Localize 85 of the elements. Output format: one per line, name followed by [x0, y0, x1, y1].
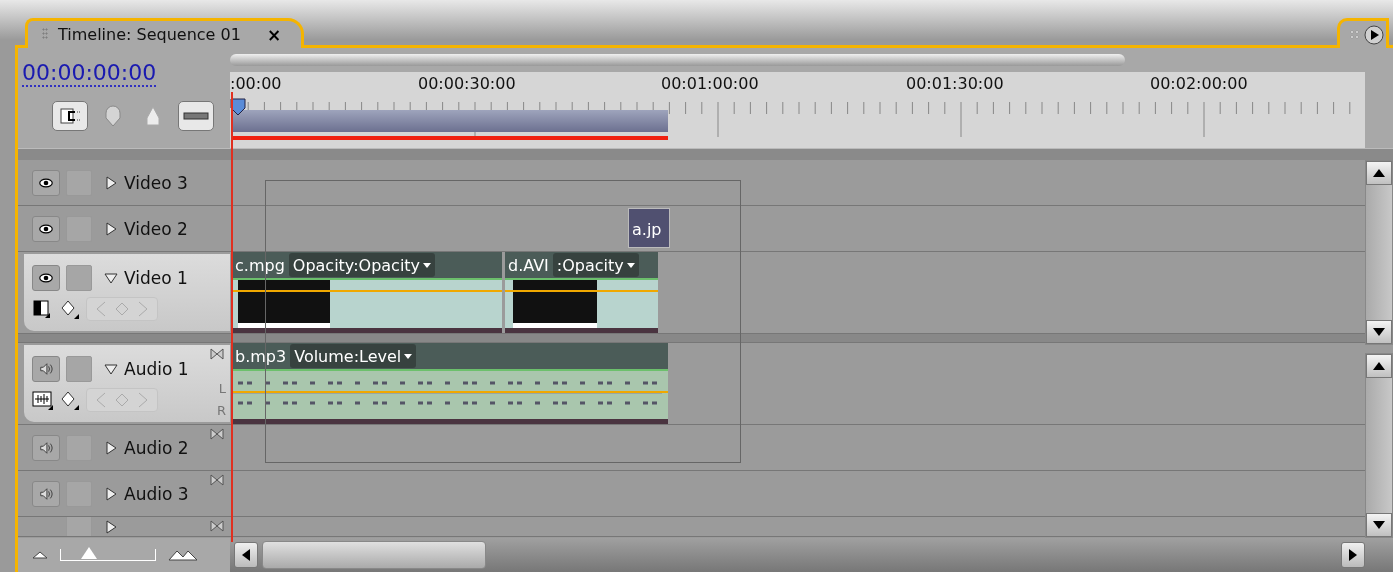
track-audio-toggle[interactable]	[32, 355, 60, 382]
track-name: Audio 3	[124, 483, 189, 504]
expand-triangle-icon[interactable]	[104, 486, 118, 501]
marker-icon	[104, 105, 122, 127]
track-visibility-toggle[interactable]	[32, 264, 60, 291]
up-arrow-icon	[1373, 362, 1385, 370]
track-audio-toggle[interactable]	[32, 434, 60, 461]
keyframe-diamond-icon	[60, 298, 80, 319]
keyframe-diamond-icon	[60, 389, 80, 410]
zoom-out-icon	[32, 551, 48, 559]
clip-name: b.mp3	[235, 346, 287, 366]
drop-icon	[146, 106, 160, 126]
waveform-icon	[32, 389, 54, 410]
toggle-button[interactable]	[178, 101, 214, 131]
channel-label: L	[218, 381, 226, 396]
left-arrow-icon	[242, 549, 250, 561]
track-visibility-toggle[interactable]	[32, 215, 60, 242]
expand-triangle-icon[interactable]	[104, 361, 118, 376]
sync-lock-icon	[210, 428, 224, 440]
grip-icon	[42, 27, 48, 42]
time-ruler[interactable]: :00:00 00:00:30:00 00:01:00:00 00:01:30:00 00:02:00:00	[230, 72, 1365, 148]
ruler-label: 00:01:00:00	[661, 74, 759, 93]
sync-lock-icon	[210, 520, 224, 532]
track-lock-toggle[interactable]	[66, 264, 92, 291]
ruler-label: 00:00:30:00	[418, 74, 516, 93]
play-circle-icon	[1364, 24, 1384, 45]
expand-triangle-icon[interactable]	[104, 519, 118, 534]
effect-dropdown[interactable]: Opacity:Opacity	[288, 253, 436, 277]
scroll-right-button[interactable]	[1341, 542, 1365, 568]
zoom-in-icon	[168, 549, 198, 561]
track-visibility-toggle[interactable]	[32, 169, 60, 196]
scroll-down-button[interactable]	[1366, 513, 1392, 537]
scroll-thumb[interactable]	[262, 541, 486, 569]
clip-name: a.jp	[631, 220, 663, 241]
expand-triangle-icon[interactable]	[104, 175, 118, 190]
bar-icon	[183, 111, 209, 121]
down-arrow-icon	[1373, 521, 1385, 529]
horizontal-scroll-bar[interactable]	[230, 538, 1393, 572]
diamond-icon	[115, 391, 129, 408]
track-name: Video 1	[124, 267, 188, 288]
snap-button[interactable]	[52, 101, 88, 131]
down-arrow-icon	[1373, 328, 1385, 336]
expand-triangle-icon[interactable]	[104, 221, 118, 236]
right-arrow-icon	[1349, 549, 1357, 561]
track-name: Video 2	[124, 218, 188, 239]
zoom-scroll-bar[interactable]	[230, 54, 1125, 66]
vertical-scroll-bar[interactable]	[1365, 160, 1393, 345]
timecode-display[interactable]: 00:00:00:00	[22, 60, 157, 87]
expand-triangle-icon[interactable]	[104, 270, 118, 285]
slider-thumb[interactable]	[81, 547, 98, 559]
track-lock-toggle[interactable]	[66, 355, 92, 382]
close-tab-button[interactable]: ×	[250, 24, 282, 45]
sync-lock-icon	[210, 348, 224, 360]
clip-name: c.mpg	[235, 255, 285, 275]
ruler-label: :00:00	[230, 74, 282, 93]
snap-icon	[59, 107, 81, 125]
effect-dropdown[interactable]: :Opacity	[552, 253, 639, 277]
ruler-label: 00:01:30:00	[906, 74, 1004, 93]
clip-name: d.AVI	[508, 255, 549, 275]
panel-tab[interactable]: Timeline: Sequence 01 ×	[25, 18, 305, 48]
ruler-label: 00:02:00:00	[1150, 74, 1248, 93]
scroll-up-button[interactable]	[1366, 354, 1392, 378]
effect-dropdown[interactable]: Volume:Level	[290, 344, 417, 368]
video-clip[interactable]: a.jp	[628, 208, 670, 248]
tab-title: Timeline: Sequence 01	[58, 25, 241, 44]
sync-lock-icon	[210, 474, 224, 486]
work-area-bar[interactable]	[232, 110, 668, 132]
speaker-icon	[39, 440, 53, 455]
expand-triangle-icon[interactable]	[104, 440, 118, 455]
speaker-icon	[39, 361, 53, 376]
scroll-left-button[interactable]	[234, 542, 258, 568]
scroll-up-button[interactable]	[1366, 161, 1392, 185]
scroll-down-button[interactable]	[1366, 320, 1392, 344]
track-lock-toggle[interactable]	[66, 517, 92, 536]
channel-label: R	[216, 403, 226, 418]
vertical-scroll-bar[interactable]	[1365, 353, 1393, 538]
track-name: Video 3	[124, 172, 188, 193]
zoom-slider[interactable]	[60, 549, 156, 561]
up-arrow-icon	[1373, 169, 1385, 177]
track-audio-toggle[interactable]	[32, 480, 60, 507]
speaker-icon	[39, 486, 53, 501]
track-name: Audio 2	[124, 437, 189, 458]
grip-icon	[1350, 29, 1360, 40]
track-name: Audio 1	[124, 358, 189, 379]
diamond-icon	[115, 300, 129, 317]
